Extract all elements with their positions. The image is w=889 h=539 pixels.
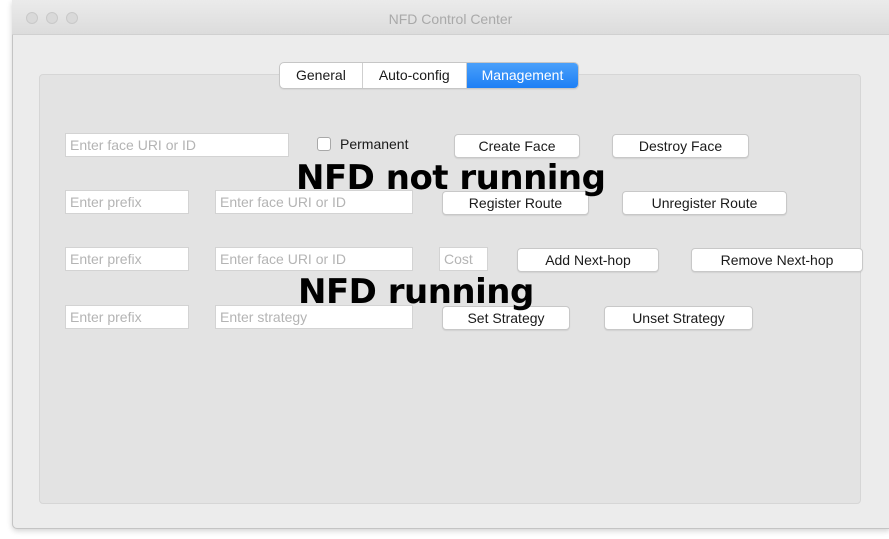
unregister-route-button[interactable]: Unregister Route <box>622 191 787 215</box>
destroy-face-button[interactable]: Destroy Face <box>612 134 749 158</box>
remove-next-hop-button[interactable]: Remove Next-hop <box>691 248 863 272</box>
tab-auto-config[interactable]: Auto-config <box>363 63 467 88</box>
checkbox-box[interactable] <box>317 137 331 151</box>
tab-bar: General Auto-config Management <box>279 62 580 89</box>
tab-general[interactable]: General <box>280 63 363 88</box>
permanent-checkbox[interactable]: Permanent <box>317 136 408 152</box>
nexthop-prefix-input[interactable] <box>65 247 189 271</box>
title-bar: NFD Control Center <box>12 0 889 35</box>
permanent-label: Permanent <box>340 136 409 152</box>
nfd-not-running-annotation: NFD not running <box>296 158 606 198</box>
strategy-prefix-input[interactable] <box>65 305 189 329</box>
cost-input[interactable] <box>439 247 488 271</box>
nexthop-face-uri-input[interactable] <box>215 247 413 271</box>
window-title: NFD Control Center <box>388 11 513 27</box>
tab-management[interactable]: Management <box>466 63 579 88</box>
unset-strategy-button[interactable]: Unset Strategy <box>604 306 753 330</box>
add-next-hop-button[interactable]: Add Next-hop <box>517 248 659 272</box>
create-face-button[interactable]: Create Face <box>454 134 580 158</box>
nfd-running-annotation: NFD running <box>298 272 534 312</box>
route-prefix-input[interactable] <box>65 190 189 214</box>
face-uri-input[interactable] <box>65 133 289 157</box>
